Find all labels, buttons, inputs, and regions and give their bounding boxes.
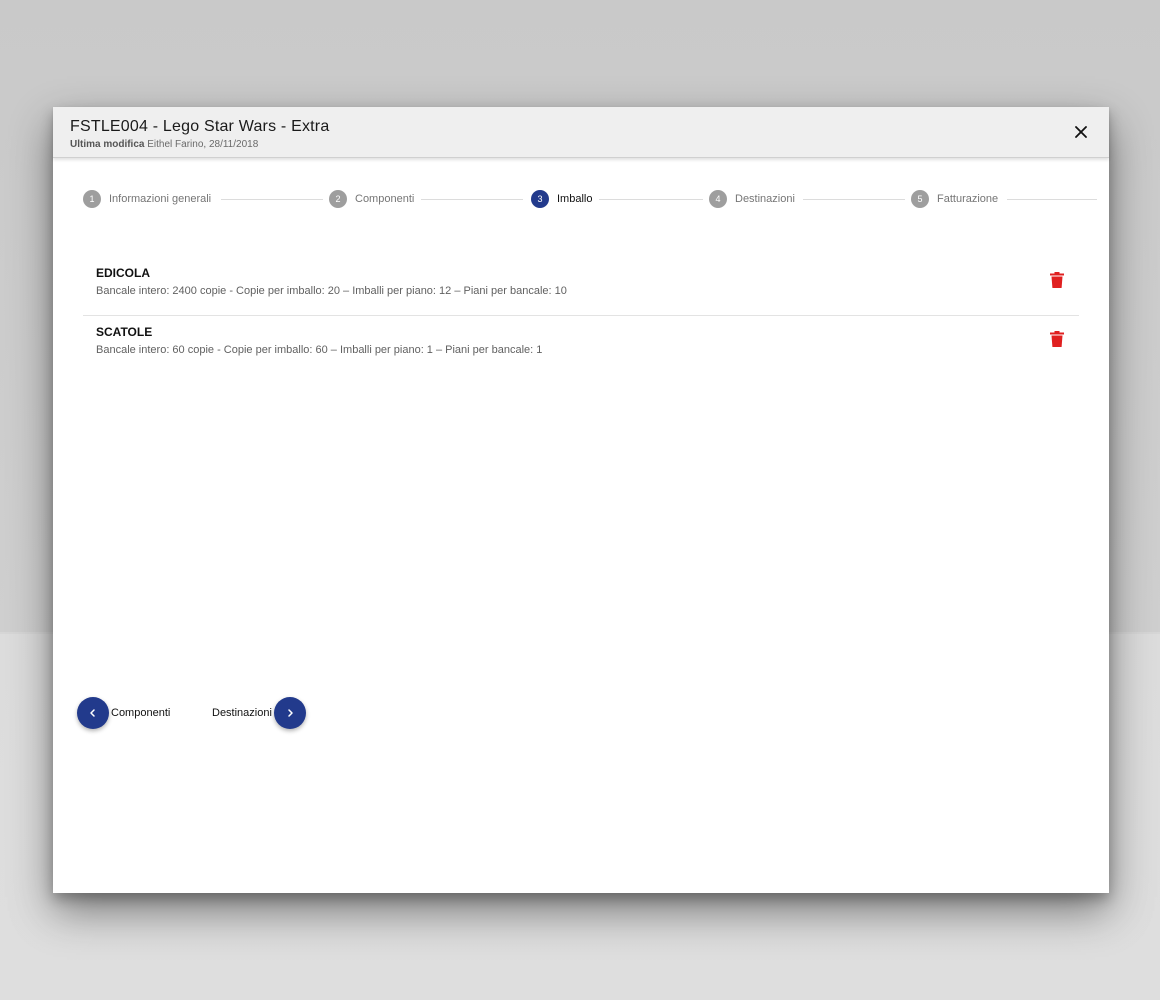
list-item: EDICOLA Bancale intero: 2400 copie - Cop…	[83, 257, 1079, 316]
stepper: 1 Informazioni generali 2 Componenti 3 I…	[53, 189, 1109, 211]
last-modified-label: Ultima modifica	[70, 139, 145, 150]
prev-step-button[interactable]: Componenti	[77, 697, 170, 729]
prev-step-label: Componenti	[111, 707, 171, 719]
package-name: SCATOLE	[96, 325, 153, 339]
step-label: Fatturazione	[937, 193, 999, 205]
package-name: EDICOLA	[96, 266, 150, 280]
step-number: 4	[709, 190, 727, 208]
step-label: Informazioni generali	[109, 193, 212, 205]
step-componenti[interactable]: 2 Componenti	[329, 189, 414, 209]
step-fatturazione[interactable]: 5 Fatturazione	[911, 189, 998, 209]
step-informazioni-generali[interactable]: 1 Informazioni generali	[83, 189, 211, 209]
dialog-header: FSTLE004 - Lego Star Wars - Extra Ultima…	[53, 107, 1109, 158]
step-imballo[interactable]: 3 Imballo	[531, 189, 592, 209]
list-item: SCATOLE Bancale intero: 60 copie - Copie…	[83, 316, 1079, 374]
close-icon	[1075, 126, 1087, 138]
next-step-label: Destinazioni	[212, 707, 272, 719]
step-label: Componenti	[355, 193, 415, 205]
step-number: 2	[329, 190, 347, 208]
chevron-left-icon	[90, 709, 95, 717]
trash-icon	[1050, 331, 1064, 347]
modal-dialog: FSTLE004 - Lego Star Wars - Extra Ultima…	[53, 107, 1109, 893]
delete-button[interactable]	[1050, 272, 1064, 288]
dialog-subtitle: Ultima modifica Eithel Farino, 28/11/201…	[70, 139, 258, 150]
package-list: EDICOLA Bancale intero: 2400 copie - Cop…	[83, 257, 1079, 374]
package-details: Bancale intero: 2400 copie - Copie per i…	[96, 285, 567, 297]
step-number: 5	[911, 190, 929, 208]
step-number: 3	[531, 190, 549, 208]
prev-circle	[77, 697, 109, 729]
step-number: 1	[83, 190, 101, 208]
chevron-right-icon	[288, 709, 293, 717]
dialog-title: FSTLE004 - Lego Star Wars - Extra	[70, 118, 330, 135]
step-label: Imballo	[557, 193, 593, 205]
package-details: Bancale intero: 60 copie - Copie per imb…	[96, 344, 543, 356]
last-modified-value: Eithel Farino, 28/11/2018	[147, 139, 259, 150]
trash-icon	[1050, 272, 1064, 288]
close-button[interactable]	[1071, 122, 1091, 142]
delete-button[interactable]	[1050, 331, 1064, 347]
next-step-button[interactable]: Destinazioni	[212, 697, 306, 729]
step-destinazioni[interactable]: 4 Destinazioni	[709, 189, 795, 209]
step-label: Destinazioni	[735, 193, 795, 205]
next-circle	[273, 697, 306, 729]
